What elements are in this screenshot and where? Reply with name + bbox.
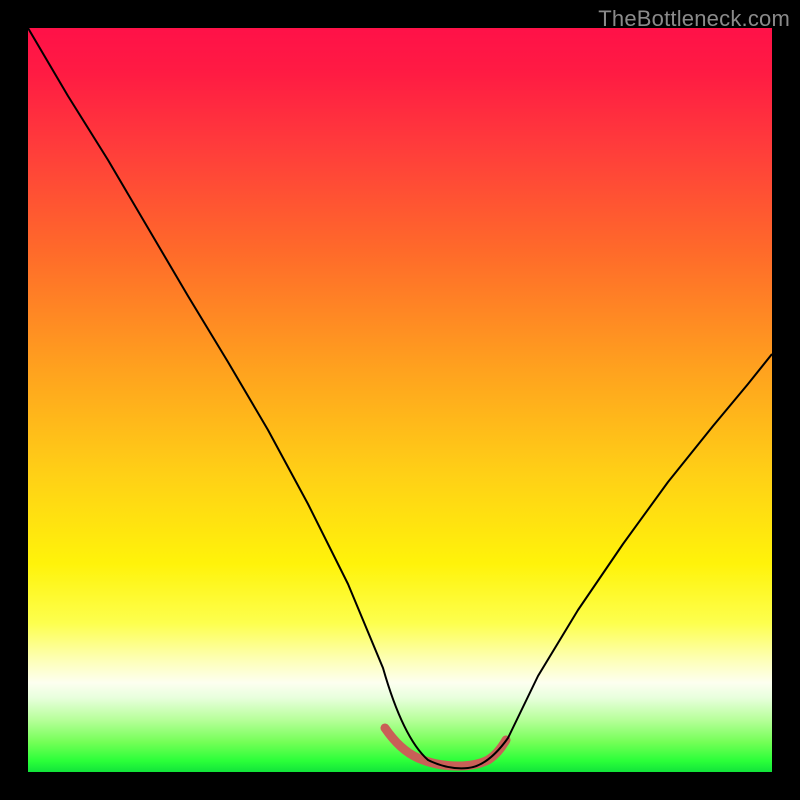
watermark-text: TheBottleneck.com bbox=[598, 6, 790, 32]
bottleneck-curve bbox=[28, 28, 772, 768]
chart-svg bbox=[28, 28, 772, 772]
chart-canvas: TheBottleneck.com bbox=[0, 0, 800, 800]
